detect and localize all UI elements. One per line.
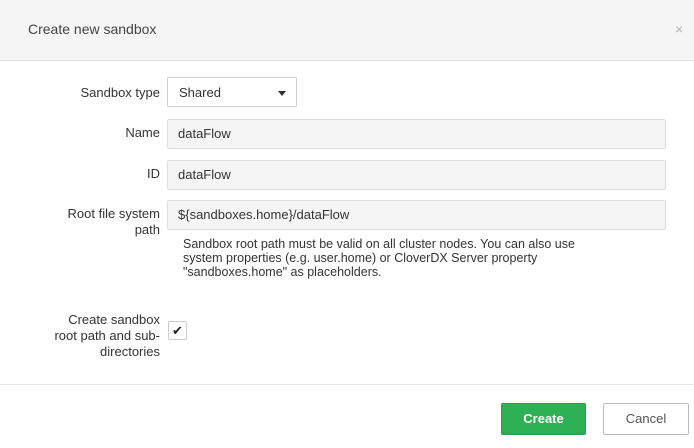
create-dirs-label-line1: Create sandbox — [68, 312, 160, 327]
dialog-header: Create new sandbox × — [0, 0, 694, 61]
root-path-field[interactable]: ${sandboxes.home}/dataFlow — [167, 200, 666, 230]
root-path-label-line1: Root file system — [67, 206, 160, 221]
dialog-title: Create new sandbox — [28, 21, 157, 37]
root-path-label-line2: path — [134, 222, 160, 237]
create-dirs-label-line2: root path and sub- — [54, 328, 160, 343]
id-field[interactable]: dataFlow — [167, 160, 666, 190]
help-line-1: Sandbox root path must be valid on all c… — [183, 237, 575, 251]
close-icon[interactable]: × — [675, 22, 683, 36]
create-sandbox-dialog: Create new sandbox × Sandbox type Shared… — [0, 0, 694, 448]
create-dirs-label-line3: directories — [100, 344, 160, 359]
checkmark-icon: ✔ — [172, 323, 183, 338]
create-dirs-checkbox[interactable]: ✔ — [168, 321, 187, 340]
name-field[interactable]: dataFlow — [167, 119, 666, 149]
sandbox-type-select[interactable]: Shared — [167, 77, 297, 107]
id-label: ID — [147, 166, 160, 181]
create-button[interactable]: Create — [501, 403, 586, 435]
sandbox-type-label: Sandbox type — [80, 85, 160, 100]
chevron-down-icon — [278, 91, 286, 96]
root-path-help-text: Sandbox root path must be valid on all c… — [183, 237, 653, 279]
help-line-2: system properties (e.g. user.home) or Cl… — [183, 251, 538, 265]
name-label: Name — [125, 125, 160, 140]
root-path-label: Root file system path — [10, 206, 160, 238]
help-line-3: "sandboxes.home" as placeholders. — [183, 265, 382, 279]
create-dirs-label: Create sandbox root path and sub- direct… — [10, 312, 160, 360]
sandbox-type-value: Shared — [179, 85, 221, 100]
dialog-footer: Create Cancel — [0, 384, 694, 448]
cancel-button[interactable]: Cancel — [603, 403, 689, 435]
